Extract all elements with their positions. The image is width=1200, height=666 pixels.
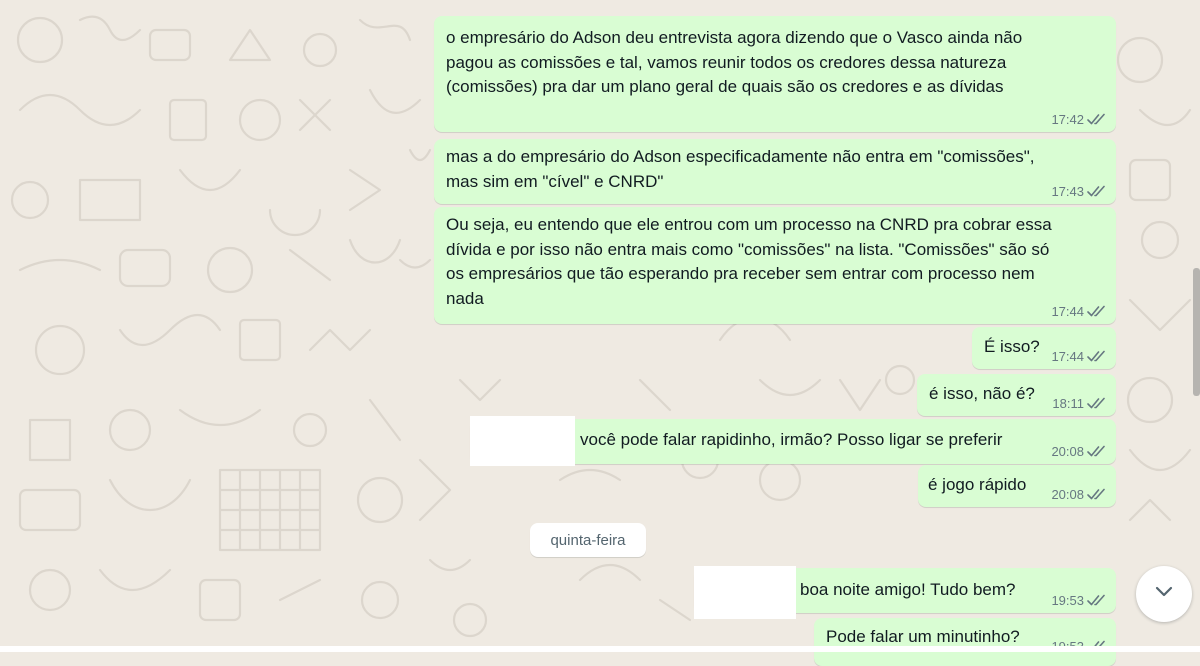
message-line: dívida e por isso não entra mais como "c… [446, 239, 1050, 259]
message-line: boa noite amigo! Tudo bem? [800, 580, 1016, 599]
double-check-icon [1087, 113, 1108, 126]
redacted-area [694, 566, 796, 619]
scrollbar-thumb[interactable] [1193, 268, 1200, 396]
message-line: É isso? [984, 337, 1040, 356]
message-time: 18:11 [1052, 396, 1084, 411]
message-text: boa noite amigo! Tudo bem? [800, 578, 1015, 603]
message-line: Ou seja, eu entendo que ele entrou com u… [446, 215, 1052, 234]
message-time: 17:42 [1051, 112, 1084, 127]
message-list[interactable]: o empresário do Adson deu entrevista ago… [0, 0, 1200, 666]
outgoing-message[interactable]: o empresário do Adson deu entrevista ago… [434, 16, 1116, 132]
message-line: pagou as comissões e tal, vamos reunir t… [446, 52, 1007, 72]
scroll-to-bottom-button[interactable] [1136, 566, 1192, 622]
outgoing-message[interactable]: Pode falar um minutinho? 19:53 [814, 618, 1116, 666]
message-meta: 18:11 [1052, 396, 1108, 411]
outgoing-message[interactable]: é isso, não é? 18:11 [917, 374, 1116, 416]
double-check-icon [1087, 305, 1108, 318]
message-text: você pode falar rapidinho, irmão? Posso … [580, 428, 1002, 453]
message-text: mas a do empresário do Adson especificad… [446, 145, 1035, 194]
message-text: é isso, não é? [929, 382, 1035, 407]
message-time: 17:43 [1051, 184, 1084, 199]
message-line: mas sim em "cível" e CNRD" [446, 171, 664, 191]
message-meta: 20:08 [1051, 487, 1108, 502]
redacted-area [470, 416, 575, 466]
message-time: 20:08 [1051, 444, 1084, 459]
message-text: Ou seja, eu entendo que ele entrou com u… [446, 213, 1052, 311]
double-check-icon [1087, 350, 1108, 363]
message-line: os empresários que tão esperando pra rec… [446, 264, 1035, 283]
message-time: 17:44 [1051, 349, 1084, 364]
message-line: o empresário do Adson deu entrevista ago… [446, 28, 1023, 47]
message-time: 19:53 [1051, 593, 1084, 608]
message-line: é isso, não é? [929, 384, 1035, 403]
outgoing-message[interactable]: mas a do empresário do Adson especificad… [434, 139, 1116, 204]
message-time: 20:08 [1051, 487, 1084, 502]
message-line: é jogo rápido [928, 475, 1027, 494]
double-check-icon [1087, 185, 1108, 198]
message-line: você pode falar rapidinho, irmão? Posso … [580, 430, 1003, 449]
message-line: nada [446, 288, 484, 308]
message-text: é jogo rápido [928, 473, 1026, 498]
composer-edge [0, 646, 1200, 652]
message-meta: 17:42 [1051, 112, 1108, 127]
message-text: o empresário do Adson deu entrevista ago… [446, 26, 1022, 100]
message-meta: 17:44 [1051, 349, 1108, 364]
chevron-down-icon [1152, 580, 1176, 609]
double-check-icon [1087, 445, 1108, 458]
message-meta: 20:08 [1051, 444, 1108, 459]
message-meta: 19:53 [1051, 593, 1108, 608]
outgoing-message[interactable]: é jogo rápido 20:08 [918, 465, 1116, 507]
double-check-icon [1087, 594, 1108, 607]
message-text: É isso? [984, 335, 1040, 360]
message-meta: 17:44 [1051, 304, 1108, 319]
message-time: 17:44 [1051, 304, 1084, 319]
message-line: mas a do empresário do Adson especificad… [446, 147, 1035, 166]
outgoing-message[interactable]: É isso? 17:44 [972, 327, 1116, 369]
date-divider: quinta-feira [530, 523, 646, 557]
message-line: (comissões) pra dar um plano geral de qu… [446, 77, 1004, 96]
double-check-icon [1087, 488, 1108, 501]
double-check-icon [1087, 397, 1108, 410]
message-meta: 17:43 [1051, 184, 1108, 199]
outgoing-message[interactable]: Ou seja, eu entendo que ele entrou com u… [434, 207, 1116, 324]
